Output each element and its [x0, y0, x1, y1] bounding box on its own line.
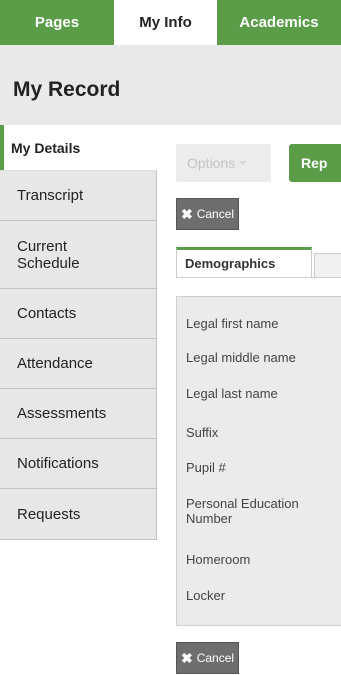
- sidebar-item-current-schedule[interactable]: Current Schedule: [0, 221, 157, 289]
- field-label: Personal Education Number: [186, 496, 299, 526]
- main-content: Options Rep ✖ Cancel Demographics Legal …: [157, 125, 341, 675]
- tab-demographics[interactable]: Demographics: [176, 247, 312, 277]
- sidebar-item-transcript[interactable]: Transcript: [0, 171, 157, 221]
- page-title: My Record: [13, 78, 121, 101]
- field-label: Legal last name: [186, 386, 278, 401]
- sidebar-item-my-details[interactable]: My Details: [0, 125, 157, 171]
- sidebar-item-notifications[interactable]: Notifications: [0, 439, 157, 489]
- tab-academics[interactable]: Academics: [217, 0, 341, 45]
- field-label: Legal middle name: [186, 350, 296, 365]
- sidebar-item-contacts[interactable]: Contacts: [0, 289, 157, 339]
- tab-pages[interactable]: Pages: [0, 0, 114, 45]
- demographics-panel: Legal first name Legal middle name Legal…: [176, 296, 341, 626]
- cancel-label: Cancel: [196, 651, 235, 665]
- field-label: Locker: [186, 588, 226, 603]
- cancel-label: Cancel: [196, 207, 235, 221]
- report-button[interactable]: Rep: [289, 144, 341, 182]
- sidebar: My Details Transcript Current Schedule C…: [0, 125, 157, 540]
- tab-my-info[interactable]: My Info: [114, 0, 217, 45]
- cancel-button[interactable]: ✖ Cancel: [176, 198, 239, 230]
- field-label: Suffix: [186, 425, 219, 440]
- options-dropdown[interactable]: Options: [176, 144, 271, 182]
- close-icon: ✖: [180, 205, 193, 222]
- sidebar-item-requests[interactable]: Requests: [0, 489, 157, 540]
- field-label: Pupil #: [186, 460, 226, 475]
- close-icon: ✖: [180, 649, 193, 666]
- field-label: Legal first name: [186, 316, 279, 331]
- options-label: Options: [187, 155, 236, 171]
- tab-divider: [176, 277, 341, 278]
- field-label: Homeroom: [186, 552, 251, 567]
- cancel-button-bottom[interactable]: ✖ Cancel: [176, 642, 239, 674]
- chevron-down-icon: [239, 160, 248, 166]
- sidebar-item-assessments[interactable]: Assessments: [0, 389, 157, 439]
- tab-next[interactable]: [314, 253, 341, 277]
- sidebar-item-attendance[interactable]: Attendance: [0, 339, 157, 389]
- top-navigation: Pages My Info Academics: [0, 0, 341, 45]
